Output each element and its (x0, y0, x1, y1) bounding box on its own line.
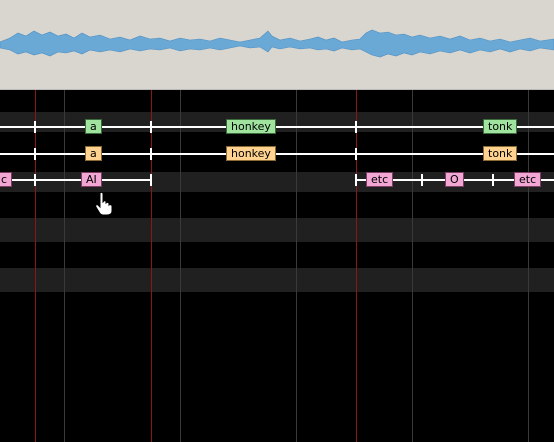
boundary-marker[interactable] (151, 90, 152, 442)
waveform-pane[interactable] (0, 0, 554, 90)
label-etc[interactable]: etc (366, 172, 394, 187)
boundary-tick[interactable] (34, 174, 36, 186)
grid-line (64, 90, 65, 442)
grid-line (528, 90, 529, 442)
boundary-tick[interactable] (150, 174, 152, 186)
row-band (0, 218, 554, 242)
waveform-display (0, 29, 554, 58)
label-tonk[interactable]: tonk (483, 119, 518, 134)
label-c[interactable]: c (0, 172, 13, 187)
track-line (0, 126, 554, 128)
boundary-marker[interactable] (35, 90, 36, 442)
boundary-marker[interactable] (356, 90, 357, 442)
label-a[interactable]: a (85, 119, 102, 134)
boundary-tick[interactable] (355, 148, 357, 160)
label-honkey[interactable]: honkey (226, 146, 276, 161)
waveform (0, 29, 554, 58)
track-line (0, 153, 554, 155)
boundary-tick[interactable] (421, 174, 423, 186)
grid-line (180, 90, 181, 442)
boundary-tick[interactable] (492, 174, 494, 186)
label-timeline[interactable]: a honkey tonk a honkey tonk c AI etc O e… (0, 90, 554, 442)
boundary-tick[interactable] (150, 121, 152, 133)
boundary-tick[interactable] (355, 174, 357, 186)
label-o[interactable]: O (445, 172, 464, 187)
grid-line (412, 90, 413, 442)
label-a[interactable]: a (85, 146, 102, 161)
track-line (0, 179, 151, 181)
label-tonk[interactable]: tonk (483, 146, 518, 161)
row-band (0, 112, 554, 132)
label-etc[interactable]: etc (514, 172, 542, 187)
grid-line (296, 90, 297, 442)
boundary-tick[interactable] (34, 121, 36, 133)
hand-pointer-icon (95, 192, 113, 216)
boundary-tick[interactable] (355, 121, 357, 133)
label-honkey[interactable]: honkey (226, 119, 276, 134)
row-band (0, 268, 554, 292)
boundary-tick[interactable] (150, 148, 152, 160)
boundary-tick[interactable] (34, 148, 36, 160)
label-ai[interactable]: AI (81, 172, 102, 187)
